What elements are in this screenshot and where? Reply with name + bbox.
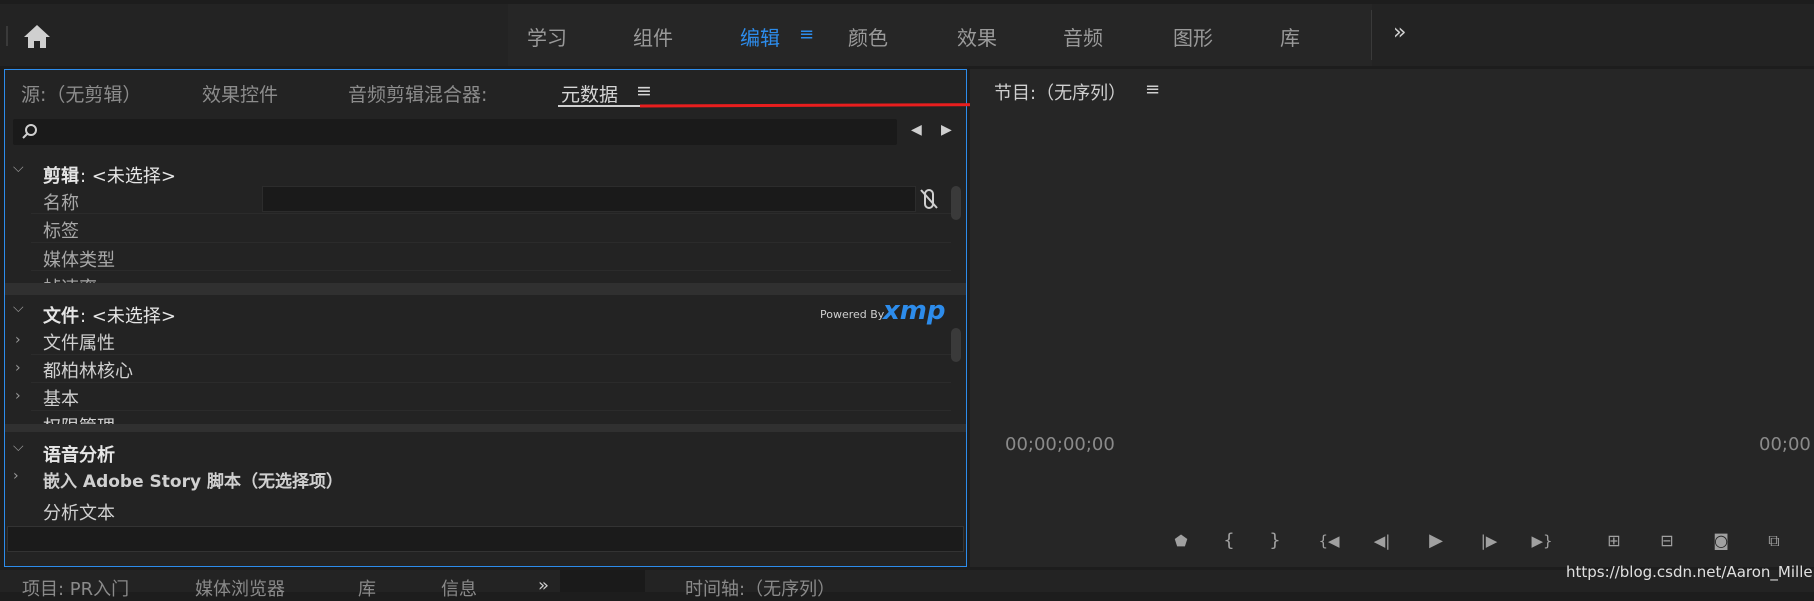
tab-media-browser[interactable]: 媒体浏览器 [195, 575, 285, 601]
metadata-panel: 源:（无剪辑） 效果控件 音频剪辑混合器: 元数据 ≡ ◀ ▶ ⌵ 剪辑 : <… [4, 69, 967, 567]
comparison-view-icon[interactable]: ⧉ [1760, 527, 1788, 555]
row-divider [31, 270, 951, 271]
tab-editing-menu-icon[interactable]: ≡ [799, 24, 814, 45]
analyze-text-label: 分析文本 [43, 503, 115, 524]
collapse-chevron-icon[interactable]: ⌵ [13, 160, 24, 176]
tab-editing[interactable]: 编辑 [740, 22, 780, 51]
mark-in-icon[interactable]: { [1215, 527, 1243, 555]
go-to-out-icon[interactable]: ▶} [1528, 527, 1556, 555]
expand-chevron-icon[interactable]: › [15, 388, 21, 404]
tab-audio-clip-mixer[interactable]: 音频剪辑混合器: [348, 80, 487, 107]
clip-section-title: 剪辑 [43, 166, 79, 187]
row-divider [31, 213, 951, 214]
row-divider [31, 242, 951, 243]
workspace-bar: 学习 组件 编辑 ≡ 颜色 效果 音频 图形 库 » [0, 4, 1814, 66]
program-monitor-panel: 节目:（无序列） ≡ 00;00;00;00 00;00 ⬟ { } {◀ ◀|… [970, 69, 1814, 567]
section-splitter[interactable] [5, 424, 966, 432]
tab-project[interactable]: 项目: PR入门 [22, 575, 129, 601]
row-divider [31, 382, 951, 383]
playhead-timecode[interactable]: 00;00;00;00 [1005, 434, 1115, 455]
duration-timecode: 00;00 [1759, 434, 1811, 455]
row-divider [31, 410, 951, 411]
file-section-title: 文件 [43, 306, 79, 327]
divider [1371, 10, 1372, 60]
speech-analysis-title: 语音分析 [43, 445, 115, 466]
tab-source[interactable]: 源:（无剪辑） [21, 80, 141, 107]
program-panel-title[interactable]: 节目:（无序列） [994, 79, 1126, 105]
group-dublin-core[interactable]: 都柏林核心 [43, 357, 133, 383]
tab-timeline[interactable]: 时间轴:（无序列） [685, 575, 835, 601]
powered-by-text: Powered By [820, 308, 885, 321]
program-menu-icon[interactable]: ≡ [1145, 79, 1160, 100]
clip-scrollbar[interactable] [951, 186, 961, 220]
row-divider [31, 354, 951, 355]
analysis-text-field[interactable] [7, 526, 964, 552]
tab-audio[interactable]: 音频 [1063, 22, 1103, 51]
field-label-label: 标签 [43, 221, 79, 242]
step-forward-icon[interactable]: |▶ [1475, 527, 1503, 555]
add-marker-icon[interactable]: ⬟ [1167, 527, 1195, 555]
tab-metadata[interactable]: 元数据 [561, 80, 618, 107]
tab-effects[interactable]: 效果 [957, 22, 997, 51]
tab-libraries[interactable]: 库 [1280, 22, 1300, 51]
tab-color[interactable]: 颜色 [848, 22, 888, 51]
bottom-panels-bar: 项目: PR入门 媒体浏览器 库 信息 » 时间轴:（无序列） [0, 570, 1814, 600]
tab-assembly[interactable]: 组件 [633, 22, 673, 51]
overflow-chevron-icon[interactable]: » [1393, 20, 1406, 45]
file-section-value: : <未选择> [80, 306, 176, 327]
expand-chevron-icon[interactable]: › [15, 332, 21, 348]
embed-story-script[interactable]: 嵌入 Adobe Story 脚本（无选择项） [43, 467, 343, 492]
active-tab-underline [558, 105, 653, 107]
watermark-text: https://blog.csdn.net/Aaron_Miller [1566, 563, 1814, 581]
xmp-logo: xmp [883, 296, 946, 326]
tab-effect-controls[interactable]: 效果控件 [202, 80, 278, 107]
section-splitter[interactable] [5, 283, 966, 295]
extract-icon[interactable]: ⊟ [1653, 527, 1681, 555]
home-button[interactable] [22, 22, 52, 50]
bottom-overflow-icon[interactable]: » [538, 575, 549, 596]
search-icon [22, 124, 37, 139]
export-frame-camera-icon[interactable]: ◙ [1707, 527, 1735, 555]
expand-chevron-icon[interactable]: › [15, 360, 21, 376]
tab-library[interactable]: 库 [358, 575, 376, 601]
field-label-name: 名称 [43, 193, 79, 214]
group-basic[interactable]: 基本 [43, 385, 79, 411]
home-icon [24, 25, 50, 48]
clip-section-value: : <未选择> [80, 166, 176, 187]
go-to-in-icon[interactable]: {◀ [1315, 527, 1343, 555]
play-icon[interactable]: ▶ [1422, 527, 1450, 555]
expand-chevron-icon[interactable]: › [13, 468, 19, 484]
field-label-media-type: 媒体类型 [43, 250, 115, 271]
group-file-properties[interactable]: 文件属性 [43, 329, 115, 355]
collapse-chevron-icon[interactable]: ⌵ [13, 439, 24, 455]
tab-info[interactable]: 信息 [441, 575, 477, 601]
collapse-chevron-icon[interactable]: ⌵ [13, 300, 24, 316]
mark-out-icon[interactable]: } [1261, 527, 1289, 555]
file-scrollbar[interactable] [951, 328, 961, 362]
name-field[interactable] [262, 186, 916, 212]
tab-learn[interactable]: 学习 [527, 22, 567, 51]
tab-graphics[interactable]: 图形 [1173, 22, 1213, 51]
step-back-icon[interactable]: ◀| [1368, 527, 1396, 555]
unlink-icon[interactable] [919, 188, 939, 210]
grip-divider [6, 26, 8, 46]
lift-icon[interactable]: ⊞ [1600, 527, 1628, 555]
